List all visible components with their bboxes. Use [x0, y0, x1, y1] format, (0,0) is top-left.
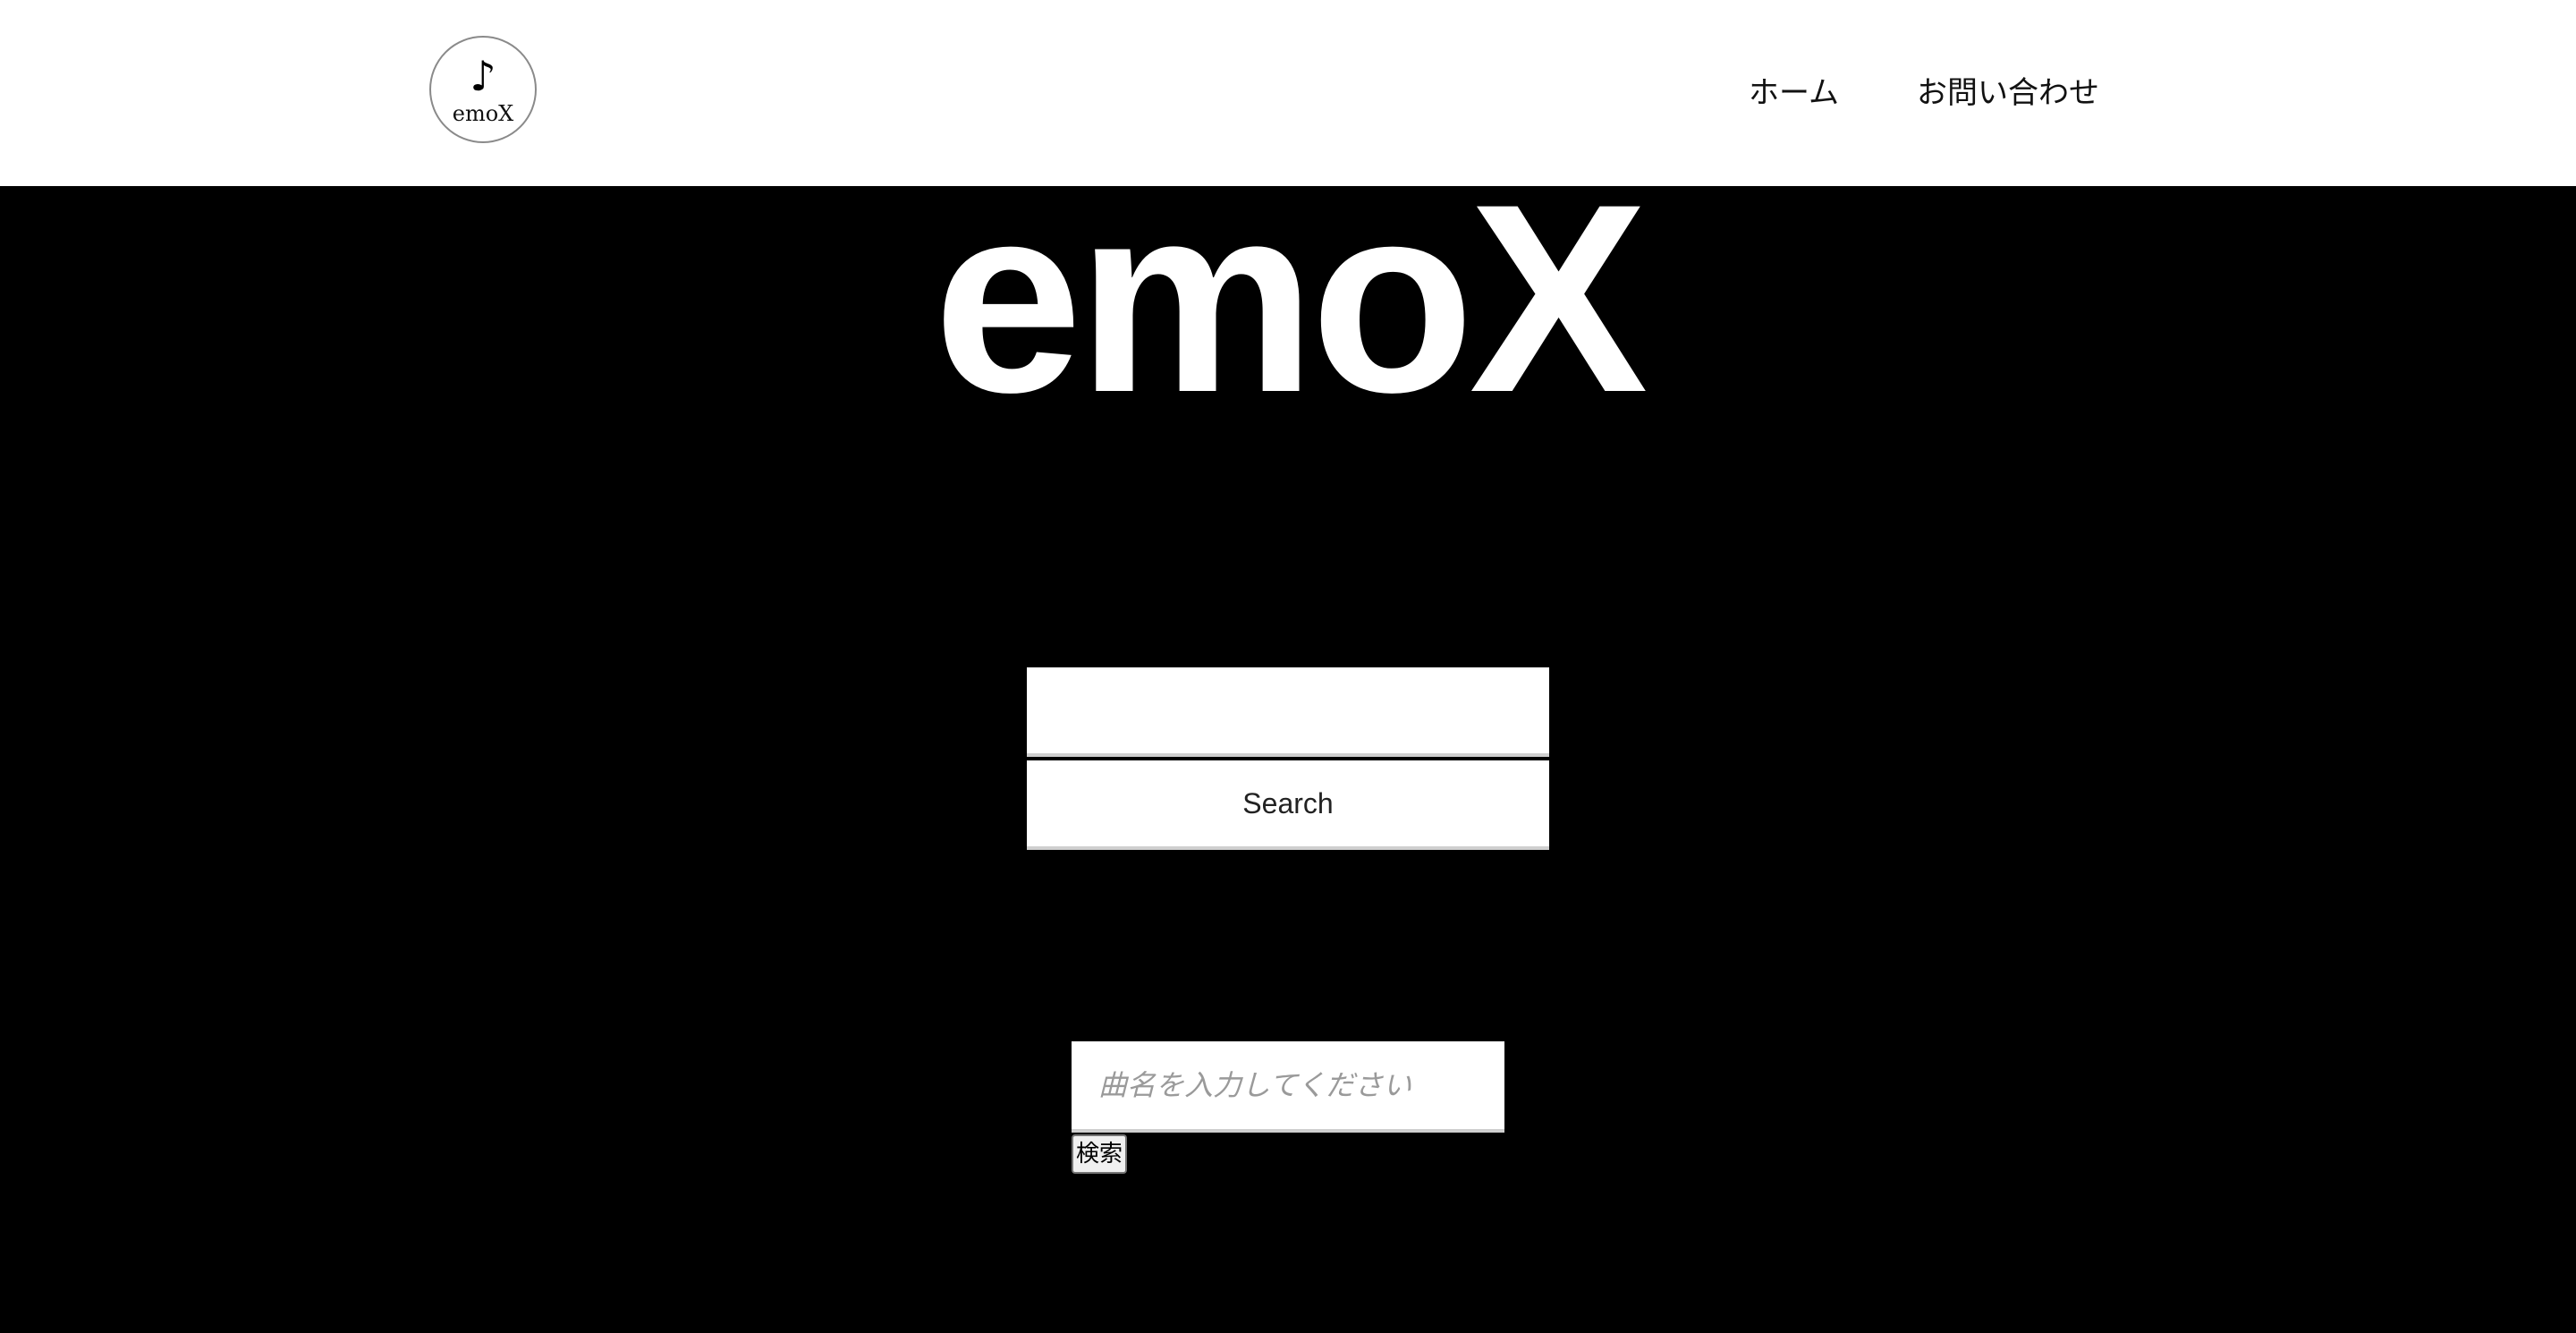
song-title-input[interactable] [1072, 1041, 1504, 1133]
logo-text: emoX [452, 101, 514, 126]
kensaku-button[interactable]: 検索 [1072, 1134, 1127, 1174]
search-input[interactable] [1027, 667, 1549, 757]
hero-title: emoX [933, 148, 1648, 448]
music-note-icon: ♪ [470, 52, 496, 100]
hero-section: emoX Search 検索 [0, 148, 2576, 1333]
nav-link-contact[interactable]: お問い合わせ [1917, 72, 2099, 115]
nav-link-home[interactable]: ホーム [1749, 72, 1839, 115]
site-logo[interactable]: ♪ emoX [429, 36, 537, 143]
search-button[interactable]: Search [1027, 760, 1549, 850]
